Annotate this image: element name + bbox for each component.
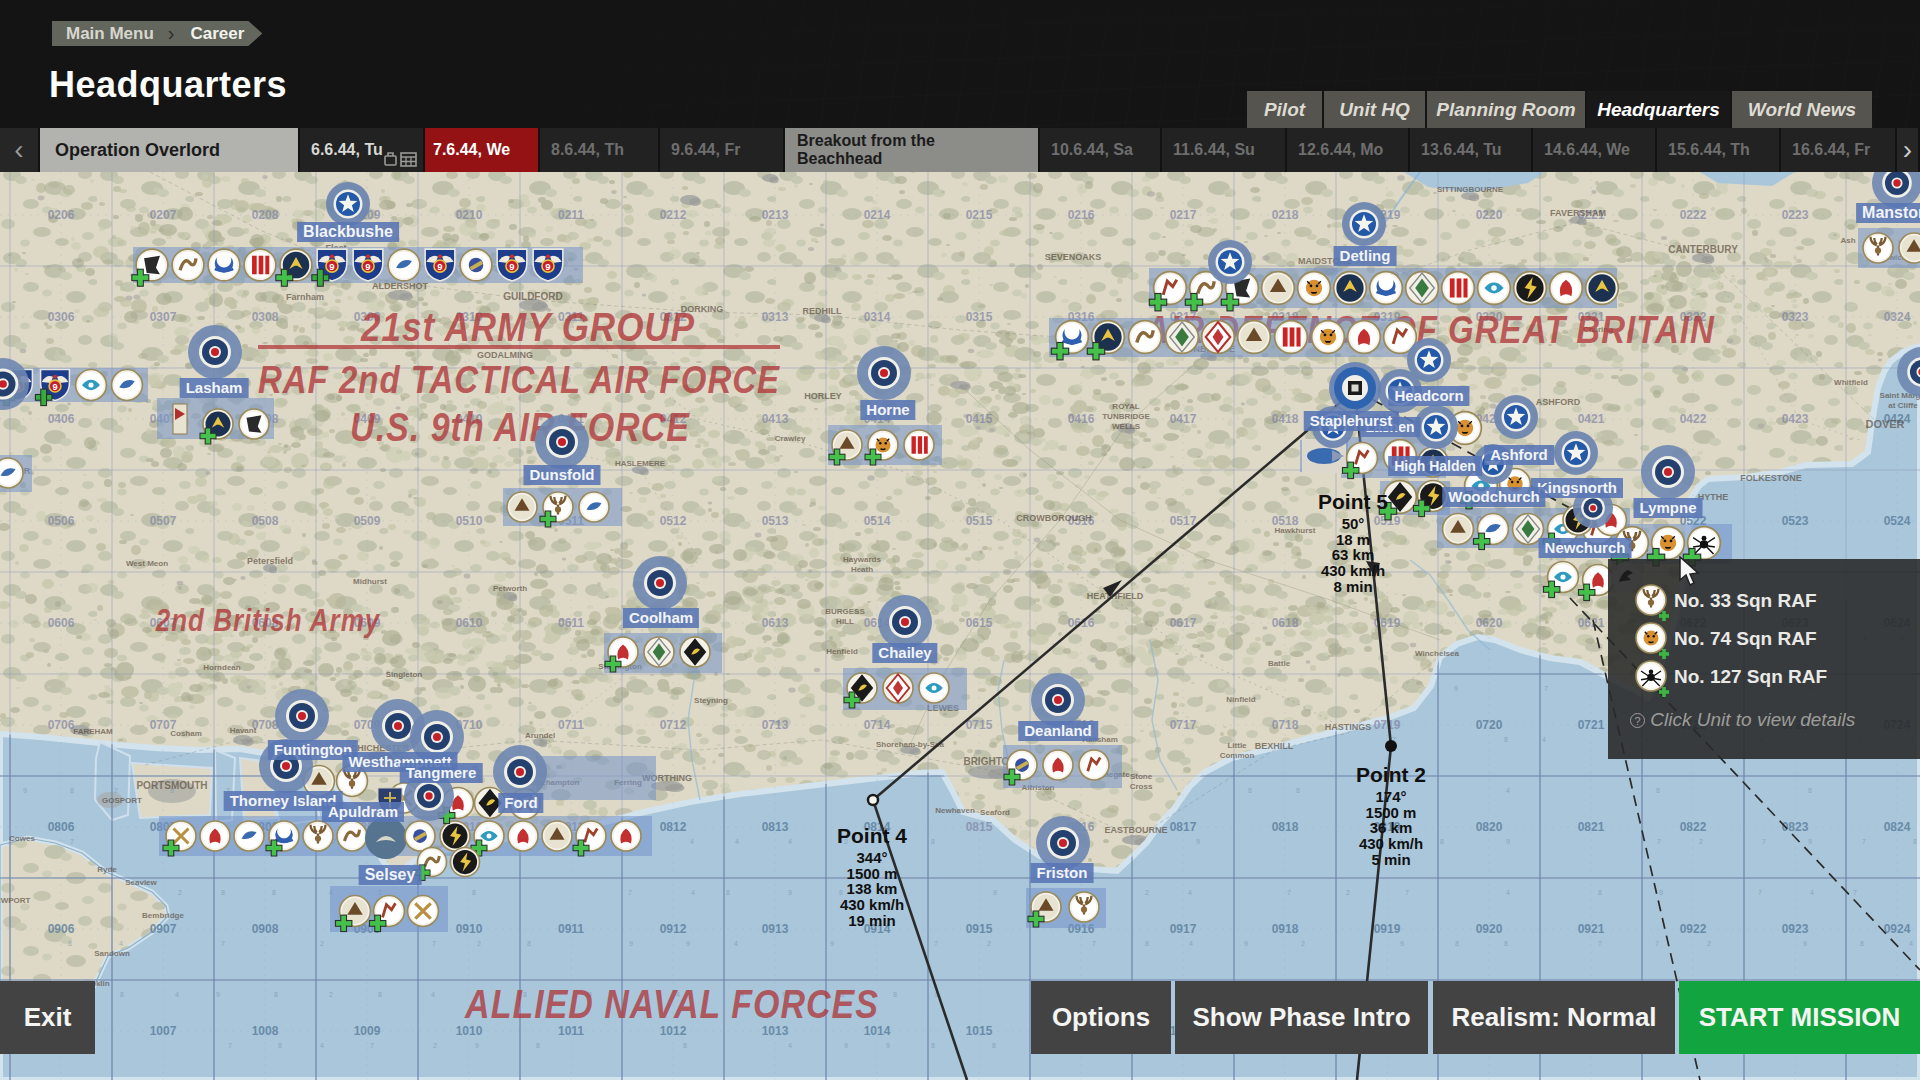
svg-text:9: 9 xyxy=(329,261,334,272)
svg-text:9: 9 xyxy=(437,261,442,272)
svg-text:9: 9 xyxy=(365,261,370,272)
svg-text:9: 9 xyxy=(509,261,514,272)
svg-text:9: 9 xyxy=(545,261,550,272)
svg-text:9: 9 xyxy=(52,382,57,392)
